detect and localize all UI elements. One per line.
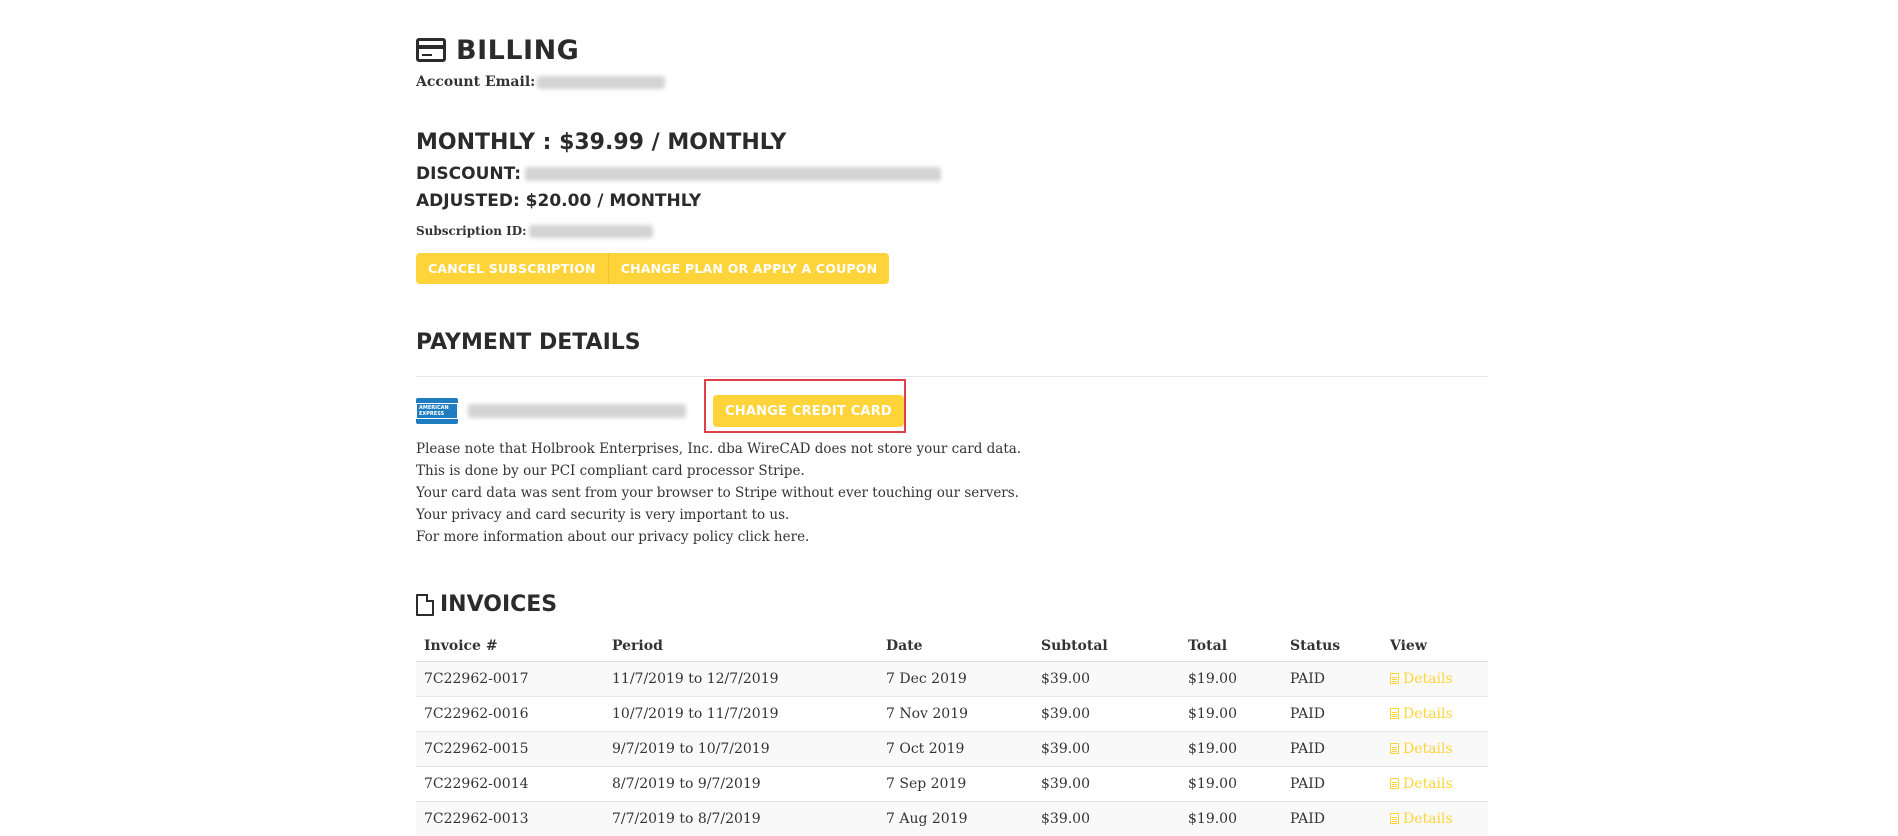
invoice-date: 7 Aug 2019 (878, 802, 1033, 836)
table-row: 7C22962-0013 7/7/2019 to 8/7/2019 7 Aug … (416, 802, 1488, 836)
invoice-status: PAID (1282, 802, 1382, 836)
file-icon (1390, 778, 1399, 789)
column-header-status: Status (1282, 630, 1382, 662)
discount-label: DISCOUNT: (416, 164, 521, 184)
invoice-period: 9/7/2019 to 10/7/2019 (604, 732, 878, 767)
invoice-period: 7/7/2019 to 8/7/2019 (604, 802, 878, 836)
account-email: Account Email: (416, 74, 665, 90)
details-label[interactable]: Details (1403, 776, 1453, 792)
details-link[interactable]: Details (1382, 802, 1488, 836)
invoice-subtotal: $39.00 (1033, 662, 1180, 697)
subscription-id-redacted (529, 225, 653, 238)
cancel-subscription-button[interactable]: CANCEL SUBSCRIPTION (416, 253, 609, 284)
file-icon (1390, 743, 1399, 754)
column-header-total: Total (1180, 630, 1282, 662)
invoice-date: 7 Nov 2019 (878, 697, 1033, 732)
account-email-redacted (537, 76, 665, 89)
plan-line: MONTHLY : $39.99 / MONTHLY (416, 130, 786, 155)
invoice-status: PAID (1282, 662, 1382, 697)
invoice-subtotal: $39.00 (1033, 802, 1180, 836)
details-link[interactable]: Details (1382, 662, 1488, 697)
invoice-total: $19.00 (1180, 732, 1282, 767)
note-line: Your privacy and card security is very i… (416, 504, 1021, 526)
invoices-header: INVOICES (416, 592, 557, 617)
payment-notes: Please note that Holbrook Enterprises, I… (416, 438, 1021, 548)
table-row: 7C22962-0015 9/7/2019 to 10/7/2019 7 Oct… (416, 732, 1488, 767)
invoice-number: 7C22962-0014 (416, 767, 604, 802)
card-number-redacted (468, 404, 686, 418)
table-row: 7C22962-0017 11/7/2019 to 12/7/2019 7 De… (416, 662, 1488, 697)
invoice-total: $19.00 (1180, 802, 1282, 836)
invoice-subtotal: $39.00 (1033, 767, 1180, 802)
invoice-number: 7C22962-0013 (416, 802, 604, 836)
column-header-view: View (1382, 630, 1488, 662)
discount-line: DISCOUNT: (416, 164, 941, 184)
divider (416, 376, 1488, 377)
invoice-number: 7C22962-0017 (416, 662, 604, 697)
invoices-table: Invoice # Period Date Subtotal Total Sta… (416, 630, 1488, 836)
details-label[interactable]: Details (1403, 671, 1453, 687)
credit-card-icon (416, 38, 446, 62)
subscription-id: Subscription ID: (416, 224, 653, 238)
note-line: Please note that Holbrook Enterprises, I… (416, 438, 1021, 460)
invoice-status: PAID (1282, 732, 1382, 767)
invoice-date: 7 Oct 2019 (878, 732, 1033, 767)
change-plan-button[interactable]: CHANGE PLAN OR APPLY A COUPON (609, 253, 890, 284)
details-label[interactable]: Details (1403, 811, 1453, 827)
details-link[interactable]: Details (1382, 767, 1488, 802)
note-line: This is done by our PCI compliant card p… (416, 460, 1021, 482)
subscription-id-label: Subscription ID: (416, 224, 527, 238)
note-line: Your card data was sent from your browse… (416, 482, 1021, 504)
amex-card-label: AMERICAN EXPRESS (416, 403, 458, 419)
invoice-subtotal: $39.00 (1033, 697, 1180, 732)
details-link[interactable]: Details (1382, 697, 1488, 732)
file-icon (1390, 813, 1399, 824)
invoice-date: 7 Dec 2019 (878, 662, 1033, 697)
discount-redacted (525, 167, 941, 181)
invoice-number: 7C22962-0015 (416, 732, 604, 767)
column-header-date: Date (878, 630, 1033, 662)
invoice-period: 11/7/2019 to 12/7/2019 (604, 662, 878, 697)
table-header-row: Invoice # Period Date Subtotal Total Sta… (416, 630, 1488, 662)
invoice-total: $19.00 (1180, 697, 1282, 732)
column-header-invoice: Invoice # (416, 630, 604, 662)
invoice-period: 8/7/2019 to 9/7/2019 (604, 767, 878, 802)
subscription-actions: CANCEL SUBSCRIPTION CHANGE PLAN OR APPLY… (416, 253, 889, 284)
amex-card-icon: AMERICAN EXPRESS (416, 398, 458, 424)
column-header-period: Period (604, 630, 878, 662)
invoices-title: INVOICES (440, 592, 557, 617)
privacy-policy-line[interactable]: For more information about our privacy p… (416, 526, 1021, 548)
billing-header: BILLING (416, 30, 579, 70)
details-link[interactable]: Details (1382, 732, 1488, 767)
invoice-total: $19.00 (1180, 767, 1282, 802)
invoice-status: PAID (1282, 767, 1382, 802)
invoice-period: 10/7/2019 to 11/7/2019 (604, 697, 878, 732)
billing-title: BILLING (456, 35, 579, 66)
table-row: 7C22962-0016 10/7/2019 to 11/7/2019 7 No… (416, 697, 1488, 732)
adjusted-line: ADJUSTED: $20.00 / MONTHLY (416, 191, 701, 211)
file-icon (416, 594, 434, 616)
invoice-subtotal: $39.00 (1033, 732, 1180, 767)
file-icon (1390, 708, 1399, 719)
column-header-subtotal: Subtotal (1033, 630, 1180, 662)
table-row: 7C22962-0014 8/7/2019 to 9/7/2019 7 Sep … (416, 767, 1488, 802)
invoice-total: $19.00 (1180, 662, 1282, 697)
invoice-number: 7C22962-0016 (416, 697, 604, 732)
invoice-date: 7 Sep 2019 (878, 767, 1033, 802)
invoice-status: PAID (1282, 697, 1382, 732)
payment-details-title: PAYMENT DETAILS (416, 330, 641, 355)
details-label[interactable]: Details (1403, 741, 1453, 757)
details-label[interactable]: Details (1403, 706, 1453, 722)
file-icon (1390, 673, 1399, 684)
account-email-label: Account Email: (416, 74, 535, 90)
change-credit-card-button[interactable]: CHANGE CREDIT CARD (713, 395, 904, 427)
